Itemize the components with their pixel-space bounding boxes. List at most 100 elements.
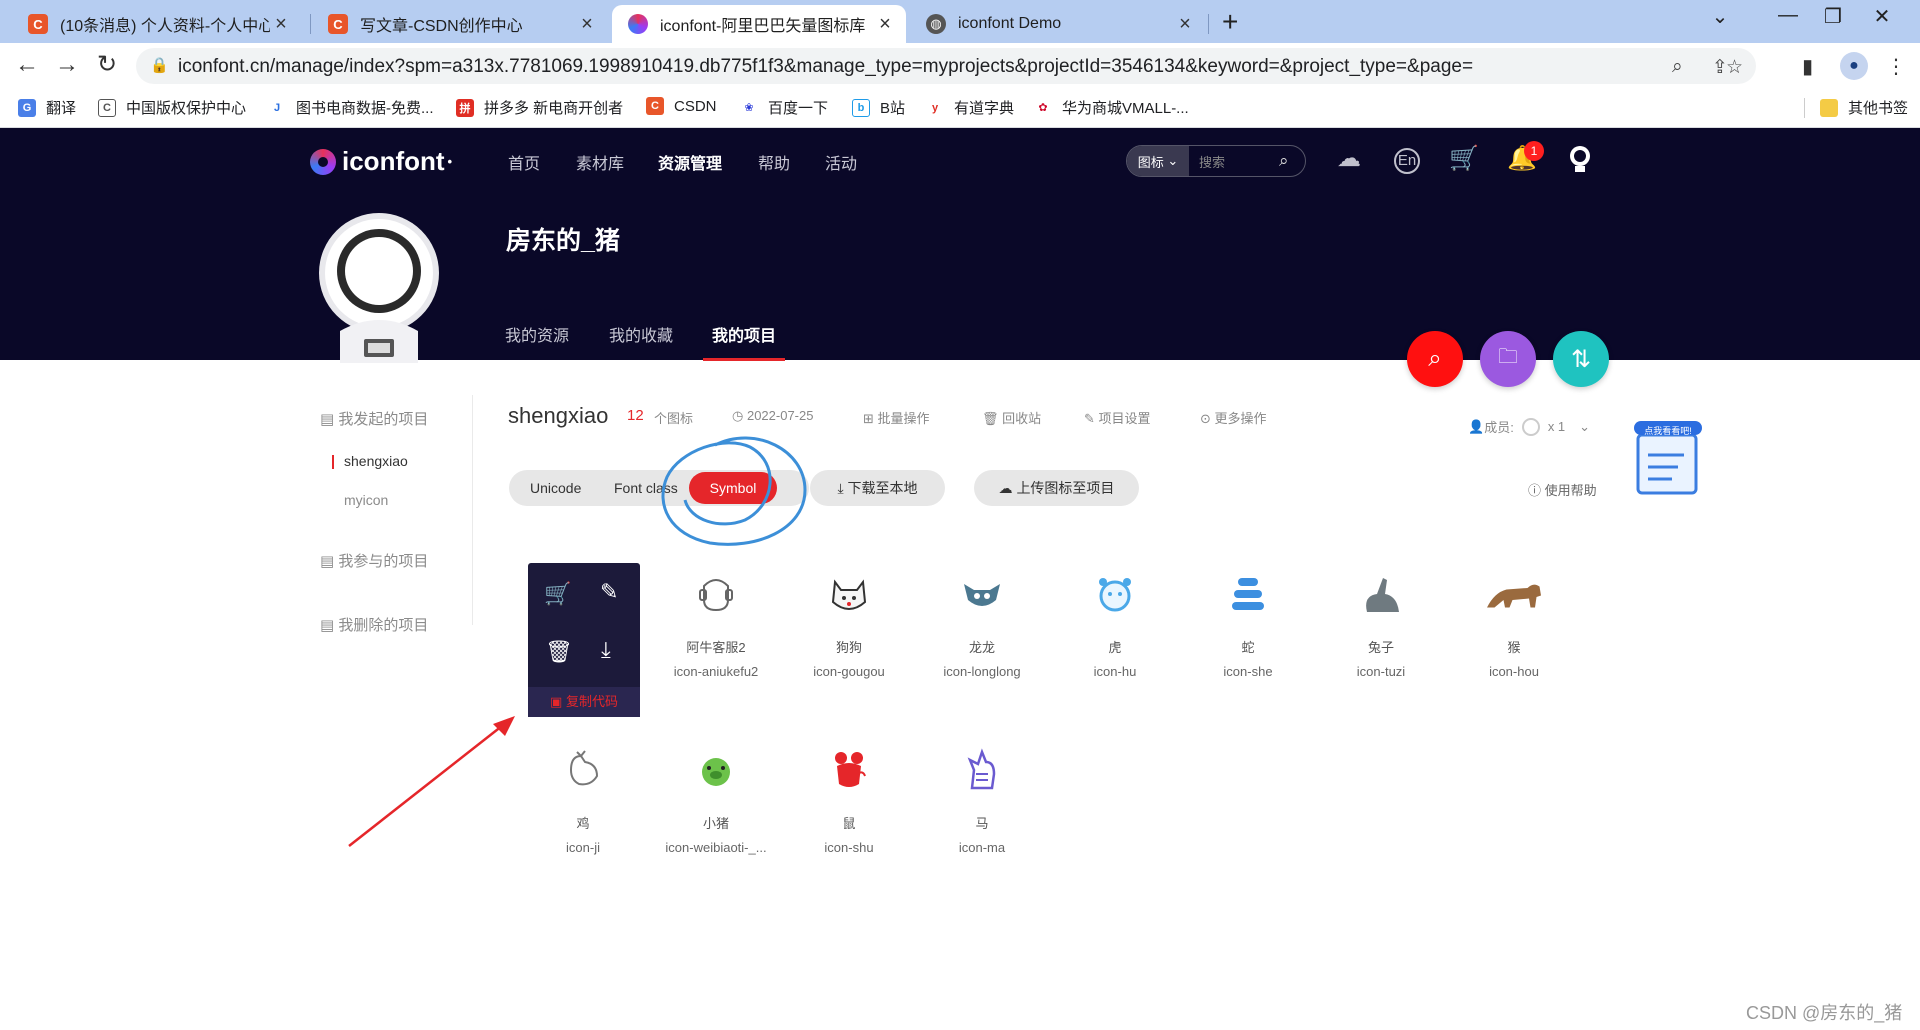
bookmark-translate[interactable]: G 翻译 bbox=[18, 97, 76, 118]
fab-sort-button[interactable]: ⇅ bbox=[1553, 331, 1609, 387]
bookmark-label: 图书电商数据-免费... bbox=[296, 100, 434, 117]
sidebar-initiated-projects[interactable]: ▤ 我发起的项目 bbox=[320, 408, 428, 429]
bookmark-pinduoduo[interactable]: 拼拼多多 新电商开创者 bbox=[456, 97, 623, 118]
icon-code: icon-aniukefu2 bbox=[673, 664, 759, 679]
more-dots-icon: ⊙ bbox=[1200, 411, 1215, 426]
annotation-arrow bbox=[348, 716, 515, 847]
more-operations-button[interactable]: ⊙ 更多操作 bbox=[1200, 408, 1267, 427]
close-window-icon[interactable]: ✕ bbox=[1862, 4, 1902, 29]
subnav-my-projects[interactable]: 我的项目 bbox=[712, 322, 776, 346]
profile-avatar-icon[interactable]: ● bbox=[1840, 52, 1868, 80]
iconfont-favicon-icon bbox=[628, 14, 648, 34]
nav-activity[interactable]: 活动 bbox=[825, 150, 857, 174]
project-settings-button[interactable]: ✎ 项目设置 bbox=[1084, 408, 1151, 427]
new-tab-icon[interactable]: + bbox=[1222, 6, 1238, 38]
search-input[interactable]: 搜索 bbox=[1189, 152, 1279, 171]
menu-kebab-icon[interactable]: ⋮ bbox=[1886, 54, 1906, 79]
sidebar-project-myicon[interactable]: myicon bbox=[344, 492, 388, 508]
side-panel-icon[interactable]: ▮ bbox=[1802, 54, 1813, 79]
search-icon[interactable]: ⌕ bbox=[1279, 151, 1305, 171]
add-to-cart-icon[interactable]: 🛒 bbox=[544, 581, 571, 607]
reload-icon[interactable]: ↻ bbox=[92, 50, 122, 80]
batch-operations-button[interactable]: ⊞ 批量操作 bbox=[863, 408, 930, 427]
sidebar-joined-projects[interactable]: ▤ 我参与的项目 bbox=[320, 550, 428, 571]
rooster-icon bbox=[553, 740, 613, 800]
iconfont-logo[interactable]: iconfont • bbox=[310, 146, 452, 177]
icon-card[interactable]: 马 icon-ma bbox=[917, 740, 1047, 890]
close-tab-icon[interactable]: × bbox=[874, 13, 896, 36]
icon-card[interactable]: 阿牛客服2 icon-aniukefu2 bbox=[651, 564, 781, 714]
icon-card[interactable]: 虎 icon-hu bbox=[1050, 564, 1180, 714]
upload-icons-button[interactable]: ☁ 上传图标至项目 bbox=[974, 470, 1139, 506]
edit-pencil-icon[interactable]: ✎ bbox=[600, 579, 618, 605]
pinduoduo-icon: 拼 bbox=[456, 98, 474, 117]
sidebar-deleted-projects[interactable]: ▤ 我删除的项目 bbox=[320, 614, 428, 635]
site-search[interactable]: 图标 ⌄ 搜索 ⌕ bbox=[1126, 145, 1306, 177]
back-icon[interactable]: ← bbox=[12, 50, 42, 80]
fab-new-folder-button[interactable]: 🗀 bbox=[1480, 331, 1536, 387]
forward-icon[interactable]: → bbox=[52, 50, 82, 80]
icon-name: 蛇 bbox=[1241, 640, 1255, 655]
icon-code: icon-she bbox=[1223, 664, 1273, 679]
browser-tab-csdn-write[interactable]: C 写文章-CSDN创作中心 × bbox=[312, 5, 608, 43]
icon-card[interactable]: 鼠 icon-shu bbox=[784, 740, 914, 890]
icon-card[interactable]: 小猪 icon-weibiaoti-_... bbox=[651, 740, 781, 890]
bookmark-bilibili[interactable]: b B站 bbox=[852, 97, 905, 118]
subnav-my-favorites[interactable]: 我的收藏 bbox=[609, 322, 673, 346]
fab-search-button[interactable]: ⌕ bbox=[1407, 331, 1463, 387]
minimize-icon[interactable]: — bbox=[1768, 4, 1808, 27]
restore-icon[interactable]: ❐ bbox=[1813, 4, 1853, 29]
bookmark-vmall[interactable]: ✿ 华为商城VMALL-... bbox=[1034, 97, 1189, 118]
rabbit-icon bbox=[1351, 564, 1411, 624]
icon-code: icon-tuzi bbox=[1356, 664, 1406, 679]
nav-resource-management[interactable]: 资源管理 bbox=[658, 150, 722, 174]
icon-card[interactable]: 猴 icon-hou bbox=[1449, 564, 1579, 714]
browser-tab-iconfont-demo[interactable]: ◍ iconfont Demo × bbox=[910, 5, 1206, 43]
tiger-icon bbox=[1085, 564, 1145, 624]
tab-unicode[interactable]: Unicode bbox=[530, 480, 581, 496]
close-tab-icon[interactable]: × bbox=[1174, 13, 1196, 36]
icon-card[interactable]: 狗狗 icon-gougou bbox=[784, 564, 914, 714]
bookmark-book-data[interactable]: J 图书电商数据-免费... bbox=[268, 97, 434, 118]
delete-trash-icon[interactable]: 🗑 bbox=[545, 639, 573, 665]
language-en-icon[interactable]: En bbox=[1391, 148, 1423, 174]
address-bar[interactable]: 🔒 iconfont.cn/manage/index?spm=a313x.778… bbox=[136, 48, 1756, 84]
copy-code-button[interactable]: ▣ 复制代码 bbox=[528, 687, 640, 717]
icon-card[interactable]: 蛇 icon-she bbox=[1183, 564, 1313, 714]
bookmark-star-icon[interactable]: ☆ bbox=[1726, 56, 1743, 79]
usage-help-link[interactable]: ⓘ 使用帮助 bbox=[1528, 480, 1597, 499]
close-tab-icon[interactable]: × bbox=[576, 13, 598, 36]
bookmarks-divider bbox=[1804, 98, 1805, 118]
nav-home[interactable]: 首页 bbox=[508, 150, 540, 174]
date-text: 2022-07-25 bbox=[746, 408, 814, 423]
icon-card[interactable]: 鸡 icon-ji bbox=[518, 740, 648, 890]
nav-help[interactable]: 帮助 bbox=[758, 150, 790, 174]
icon-card[interactable]: 龙龙 icon-longlong bbox=[917, 564, 1047, 714]
bookmark-csdn[interactable]: C CSDN bbox=[646, 97, 717, 115]
bookmark-other[interactable]: 其他书签 bbox=[1820, 97, 1908, 118]
upload-cloud-icon[interactable]: ☁ bbox=[1333, 144, 1365, 173]
browser-tab-iconfont[interactable]: iconfont-阿里巴巴矢量图标库 × bbox=[612, 5, 906, 43]
subnav-my-resources[interactable]: 我的资源 bbox=[505, 322, 569, 346]
zoom-icon[interactable]: ⌕ bbox=[1672, 56, 1683, 78]
user-avatar-icon[interactable] bbox=[1564, 144, 1596, 181]
grid-icon: ⊞ bbox=[863, 411, 878, 426]
bookmark-youdao[interactable]: y 有道字典 bbox=[926, 97, 1014, 118]
nav-materials[interactable]: 素材库 bbox=[576, 150, 624, 174]
recycle-bin-button[interactable]: 🗑 回收站 bbox=[982, 408, 1041, 427]
icon-name: 鸡 bbox=[576, 816, 590, 831]
download-icon[interactable]: ⤓ bbox=[601, 637, 611, 663]
browser-tab-csdn-profile[interactable]: C (10条消息) 个人资料-个人中心-C × bbox=[12, 5, 302, 43]
download-local-button[interactable]: ⤓ 下载至本地 bbox=[810, 470, 945, 506]
tab-search-chevron-icon[interactable]: ⌄ bbox=[1700, 4, 1740, 29]
bookmark-copyright[interactable]: C 中国版权保护中心 bbox=[98, 97, 246, 118]
cart-icon[interactable]: 🛒 bbox=[1448, 144, 1480, 173]
close-tab-icon[interactable]: × bbox=[270, 13, 292, 36]
add-folder-icon: 🗀 bbox=[1498, 346, 1518, 368]
icon-card[interactable]: 兔子 icon-tuzi bbox=[1316, 564, 1446, 714]
project-title: shengxiao bbox=[508, 403, 609, 428]
project-members[interactable]: 👤 成员: x 1 ⌄ bbox=[1468, 417, 1590, 436]
bookmark-baidu[interactable]: ❀ 百度一下 bbox=[740, 97, 828, 118]
sidebar-project-shengxiao[interactable]: shengxiao bbox=[332, 453, 408, 469]
search-type-select[interactable]: 图标 ⌄ bbox=[1127, 146, 1189, 176]
